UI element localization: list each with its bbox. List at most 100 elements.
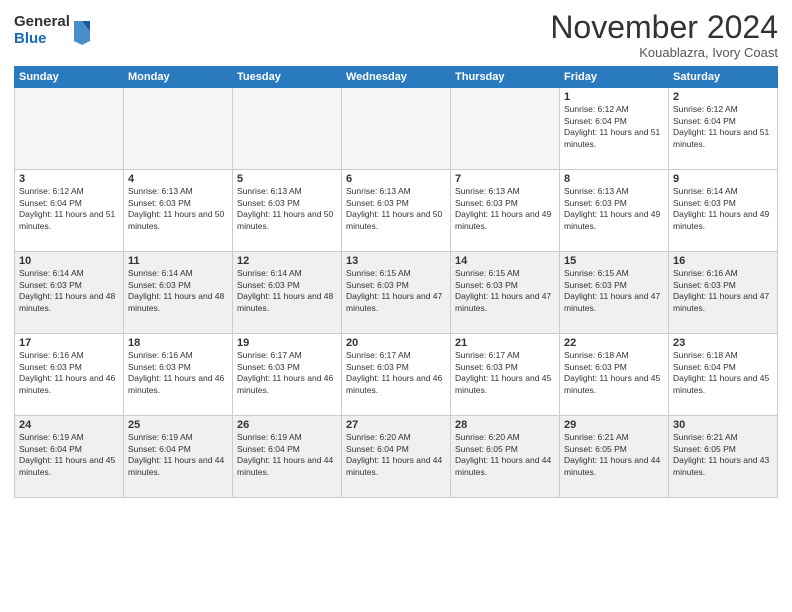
- calendar-cell: 30Sunrise: 6:21 AMSunset: 6:05 PMDayligh…: [669, 416, 778, 498]
- calendar-container: General Blue November 2024 Kouablazra, I…: [0, 0, 792, 504]
- calendar-cell: 17Sunrise: 6:16 AMSunset: 6:03 PMDayligh…: [15, 334, 124, 416]
- week-row-1: 1Sunrise: 6:12 AMSunset: 6:04 PMDaylight…: [15, 88, 778, 170]
- day-info: Sunrise: 6:17 AMSunset: 6:03 PMDaylight:…: [346, 350, 446, 396]
- day-info: Sunrise: 6:17 AMSunset: 6:03 PMDaylight:…: [237, 350, 337, 396]
- day-number: 20: [346, 337, 446, 349]
- day-header-tuesday: Tuesday: [233, 67, 342, 88]
- day-number: 7: [455, 173, 555, 185]
- month-title: November 2024: [550, 10, 778, 45]
- day-info: Sunrise: 6:12 AMSunset: 6:04 PMDaylight:…: [564, 104, 664, 150]
- calendar-cell: 16Sunrise: 6:16 AMSunset: 6:03 PMDayligh…: [669, 252, 778, 334]
- day-header-wednesday: Wednesday: [342, 67, 451, 88]
- calendar-cell: 28Sunrise: 6:20 AMSunset: 6:05 PMDayligh…: [451, 416, 560, 498]
- day-number: 27: [346, 419, 446, 431]
- calendar-cell: [15, 88, 124, 170]
- calendar-cell: 27Sunrise: 6:20 AMSunset: 6:04 PMDayligh…: [342, 416, 451, 498]
- calendar-cell: 29Sunrise: 6:21 AMSunset: 6:05 PMDayligh…: [560, 416, 669, 498]
- day-info: Sunrise: 6:13 AMSunset: 6:03 PMDaylight:…: [455, 186, 555, 232]
- title-block: November 2024 Kouablazra, Ivory Coast: [550, 10, 778, 60]
- calendar-cell: 24Sunrise: 6:19 AMSunset: 6:04 PMDayligh…: [15, 416, 124, 498]
- day-number: 26: [237, 419, 337, 431]
- calendar-cell: 18Sunrise: 6:16 AMSunset: 6:03 PMDayligh…: [124, 334, 233, 416]
- day-info: Sunrise: 6:13 AMSunset: 6:03 PMDaylight:…: [346, 186, 446, 232]
- day-info: Sunrise: 6:13 AMSunset: 6:03 PMDaylight:…: [128, 186, 228, 232]
- day-info: Sunrise: 6:13 AMSunset: 6:03 PMDaylight:…: [564, 186, 664, 232]
- day-number: 19: [237, 337, 337, 349]
- calendar-cell: 10Sunrise: 6:14 AMSunset: 6:03 PMDayligh…: [15, 252, 124, 334]
- day-info: Sunrise: 6:18 AMSunset: 6:03 PMDaylight:…: [564, 350, 664, 396]
- calendar-header-row: SundayMondayTuesdayWednesdayThursdayFrid…: [15, 67, 778, 88]
- calendar-cell: 2Sunrise: 6:12 AMSunset: 6:04 PMDaylight…: [669, 88, 778, 170]
- day-number: 4: [128, 173, 228, 185]
- day-number: 21: [455, 337, 555, 349]
- calendar-cell: 25Sunrise: 6:19 AMSunset: 6:04 PMDayligh…: [124, 416, 233, 498]
- day-header-monday: Monday: [124, 67, 233, 88]
- calendar-cell: 6Sunrise: 6:13 AMSunset: 6:03 PMDaylight…: [342, 170, 451, 252]
- calendar-cell: 3Sunrise: 6:12 AMSunset: 6:04 PMDaylight…: [15, 170, 124, 252]
- calendar-cell: 4Sunrise: 6:13 AMSunset: 6:03 PMDaylight…: [124, 170, 233, 252]
- calendar-cell: 11Sunrise: 6:14 AMSunset: 6:03 PMDayligh…: [124, 252, 233, 334]
- day-info: Sunrise: 6:15 AMSunset: 6:03 PMDaylight:…: [564, 268, 664, 314]
- day-info: Sunrise: 6:14 AMSunset: 6:03 PMDaylight:…: [19, 268, 119, 314]
- day-info: Sunrise: 6:15 AMSunset: 6:03 PMDaylight:…: [346, 268, 446, 314]
- day-number: 5: [237, 173, 337, 185]
- day-info: Sunrise: 6:16 AMSunset: 6:03 PMDaylight:…: [19, 350, 119, 396]
- day-number: 29: [564, 419, 664, 431]
- calendar-cell: 12Sunrise: 6:14 AMSunset: 6:03 PMDayligh…: [233, 252, 342, 334]
- logo: General Blue: [14, 14, 92, 47]
- day-number: 30: [673, 419, 773, 431]
- day-header-thursday: Thursday: [451, 67, 560, 88]
- day-number: 8: [564, 173, 664, 185]
- day-info: Sunrise: 6:13 AMSunset: 6:03 PMDaylight:…: [237, 186, 337, 232]
- day-number: 17: [19, 337, 119, 349]
- day-header-friday: Friday: [560, 67, 669, 88]
- day-number: 3: [19, 173, 119, 185]
- calendar-cell: [233, 88, 342, 170]
- logo-icon: [72, 17, 92, 45]
- logo-general-text: General: [14, 14, 70, 31]
- day-info: Sunrise: 6:18 AMSunset: 6:04 PMDaylight:…: [673, 350, 773, 396]
- calendar-cell: [342, 88, 451, 170]
- week-row-5: 24Sunrise: 6:19 AMSunset: 6:04 PMDayligh…: [15, 416, 778, 498]
- week-row-3: 10Sunrise: 6:14 AMSunset: 6:03 PMDayligh…: [15, 252, 778, 334]
- week-row-2: 3Sunrise: 6:12 AMSunset: 6:04 PMDaylight…: [15, 170, 778, 252]
- day-number: 18: [128, 337, 228, 349]
- calendar-cell: 22Sunrise: 6:18 AMSunset: 6:03 PMDayligh…: [560, 334, 669, 416]
- calendar-cell: 15Sunrise: 6:15 AMSunset: 6:03 PMDayligh…: [560, 252, 669, 334]
- day-number: 16: [673, 255, 773, 267]
- day-info: Sunrise: 6:19 AMSunset: 6:04 PMDaylight:…: [237, 432, 337, 478]
- day-number: 12: [237, 255, 337, 267]
- day-info: Sunrise: 6:15 AMSunset: 6:03 PMDaylight:…: [455, 268, 555, 314]
- calendar-cell: 23Sunrise: 6:18 AMSunset: 6:04 PMDayligh…: [669, 334, 778, 416]
- day-number: 2: [673, 91, 773, 103]
- day-info: Sunrise: 6:20 AMSunset: 6:05 PMDaylight:…: [455, 432, 555, 478]
- calendar-cell: 26Sunrise: 6:19 AMSunset: 6:04 PMDayligh…: [233, 416, 342, 498]
- day-header-saturday: Saturday: [669, 67, 778, 88]
- day-number: 28: [455, 419, 555, 431]
- calendar-cell: 20Sunrise: 6:17 AMSunset: 6:03 PMDayligh…: [342, 334, 451, 416]
- logo-blue-text: Blue: [14, 31, 70, 48]
- day-number: 22: [564, 337, 664, 349]
- day-number: 14: [455, 255, 555, 267]
- calendar-cell: [124, 88, 233, 170]
- calendar-cell: 5Sunrise: 6:13 AMSunset: 6:03 PMDaylight…: [233, 170, 342, 252]
- header: General Blue November 2024 Kouablazra, I…: [14, 10, 778, 60]
- day-info: Sunrise: 6:19 AMSunset: 6:04 PMDaylight:…: [128, 432, 228, 478]
- day-info: Sunrise: 6:17 AMSunset: 6:03 PMDaylight:…: [455, 350, 555, 396]
- day-info: Sunrise: 6:20 AMSunset: 6:04 PMDaylight:…: [346, 432, 446, 478]
- calendar-cell: 14Sunrise: 6:15 AMSunset: 6:03 PMDayligh…: [451, 252, 560, 334]
- day-info: Sunrise: 6:14 AMSunset: 6:03 PMDaylight:…: [673, 186, 773, 232]
- day-number: 9: [673, 173, 773, 185]
- day-info: Sunrise: 6:19 AMSunset: 6:04 PMDaylight:…: [19, 432, 119, 478]
- day-number: 23: [673, 337, 773, 349]
- calendar-cell: 21Sunrise: 6:17 AMSunset: 6:03 PMDayligh…: [451, 334, 560, 416]
- day-number: 13: [346, 255, 446, 267]
- calendar-cell: 9Sunrise: 6:14 AMSunset: 6:03 PMDaylight…: [669, 170, 778, 252]
- day-number: 11: [128, 255, 228, 267]
- day-info: Sunrise: 6:12 AMSunset: 6:04 PMDaylight:…: [19, 186, 119, 232]
- day-number: 15: [564, 255, 664, 267]
- calendar-cell: 13Sunrise: 6:15 AMSunset: 6:03 PMDayligh…: [342, 252, 451, 334]
- day-number: 10: [19, 255, 119, 267]
- day-header-sunday: Sunday: [15, 67, 124, 88]
- day-info: Sunrise: 6:14 AMSunset: 6:03 PMDaylight:…: [237, 268, 337, 314]
